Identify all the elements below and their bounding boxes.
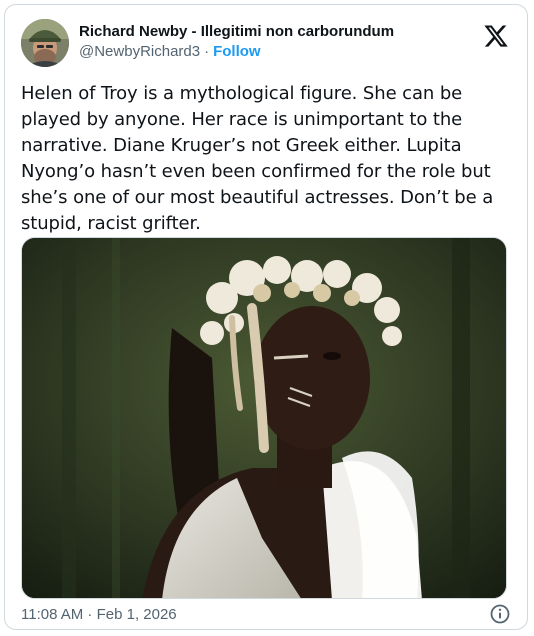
tweet-footer: 11:08 AM · Feb 1, 2026 xyxy=(21,603,511,627)
follow-button[interactable]: Follow xyxy=(213,43,261,60)
tweet-card: Richard Newby - Illegitimi non carborund… xyxy=(4,4,528,630)
photo-image xyxy=(22,238,506,598)
avatar[interactable] xyxy=(21,19,69,67)
separator-dot: · xyxy=(204,43,210,60)
tweet-photo[interactable] xyxy=(21,237,507,599)
handle-line: @NewbyRichard3 · Follow xyxy=(79,42,394,62)
info-icon[interactable] xyxy=(489,603,511,625)
x-logo-icon[interactable] xyxy=(483,23,509,49)
tweet-text: Helen of Troy is a mythological figure. … xyxy=(21,83,494,234)
timestamp[interactable]: 11:08 AM · Feb 1, 2026 xyxy=(21,605,177,625)
avatar-image xyxy=(21,19,69,67)
user-info: Richard Newby - Illegitimi non carborund… xyxy=(79,22,394,62)
tweet-header: Richard Newby - Illegitimi non carborund… xyxy=(21,19,511,73)
display-name[interactable]: Richard Newby - Illegitimi non carborund… xyxy=(79,22,394,42)
user-handle[interactable]: @NewbyRichard3 xyxy=(79,43,200,60)
